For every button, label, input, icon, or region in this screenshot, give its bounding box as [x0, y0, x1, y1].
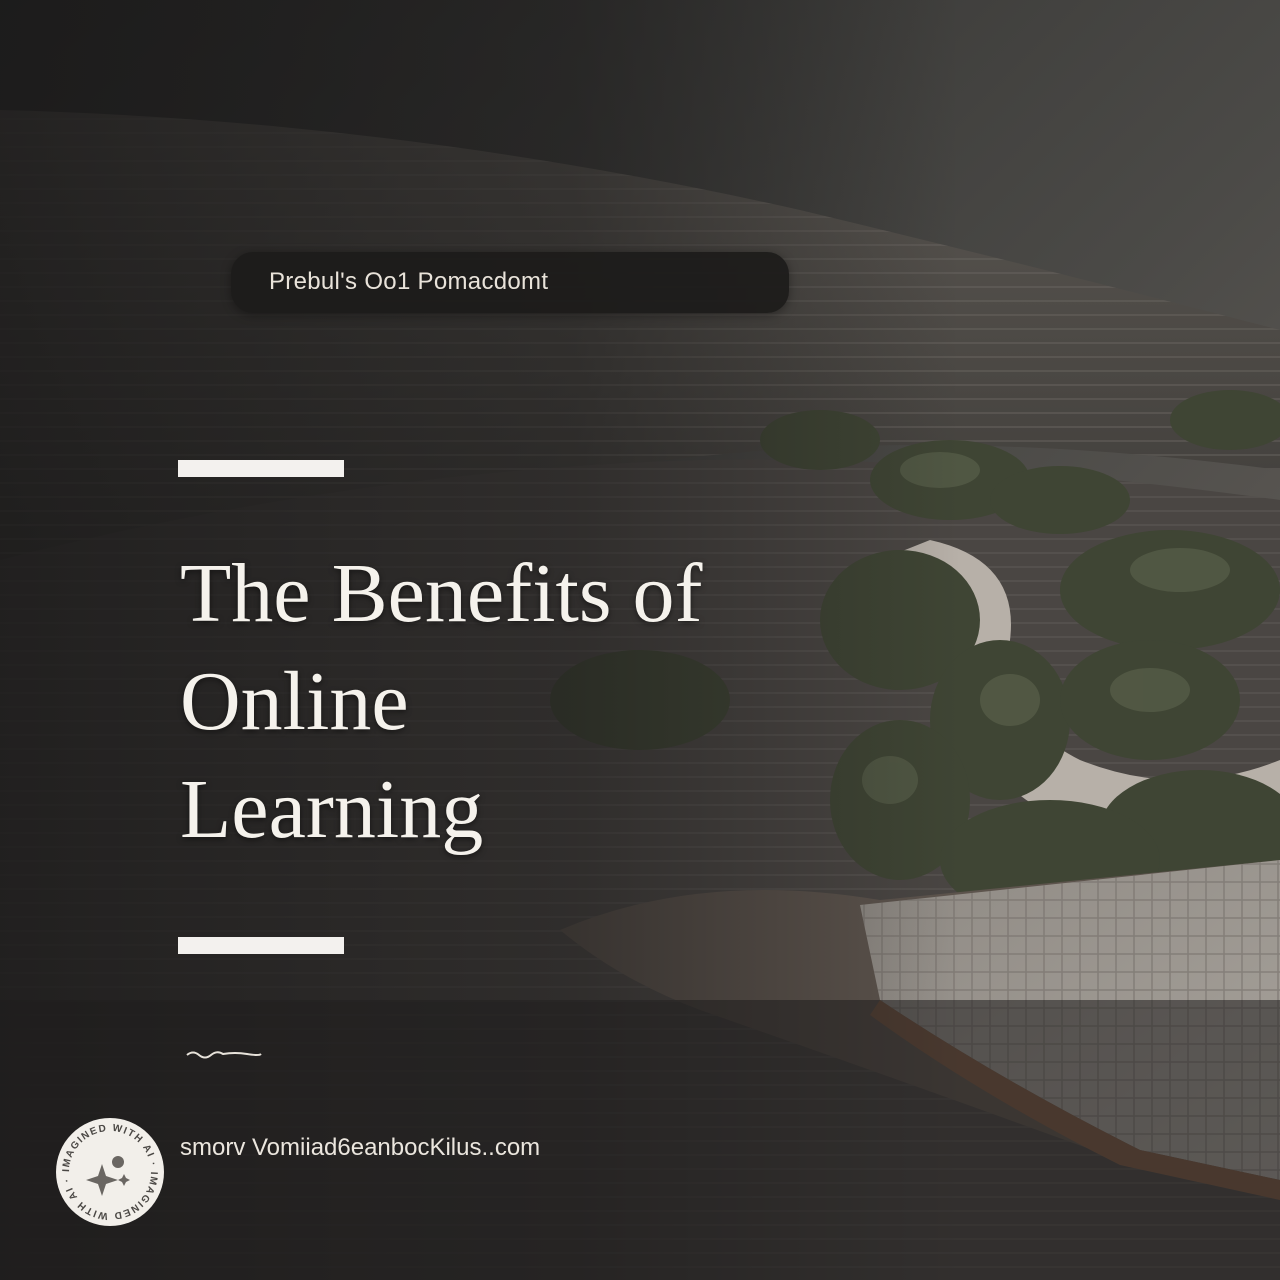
divider-top [178, 460, 344, 477]
squiggle-decoration [186, 1051, 262, 1059]
title-line-3: Learning [180, 763, 484, 856]
imagined-with-ai-badge: IMAGINED WITH AI · IMAGINED WITH AI · [56, 1118, 164, 1226]
website-url[interactable]: smorv Vomiiad6eanbocKilus..com [180, 1134, 540, 1162]
title-line-1: The Benefits of [180, 547, 703, 640]
page-title: The Benefits of Online Learning [180, 540, 900, 864]
category-tag-label: Prebul's Oo1 Pomacdomt [269, 268, 549, 295]
title-line-2: Online [180, 655, 409, 748]
category-tag: Prebul's Oo1 Pomacdomt [231, 252, 789, 313]
divider-bottom [178, 937, 344, 954]
